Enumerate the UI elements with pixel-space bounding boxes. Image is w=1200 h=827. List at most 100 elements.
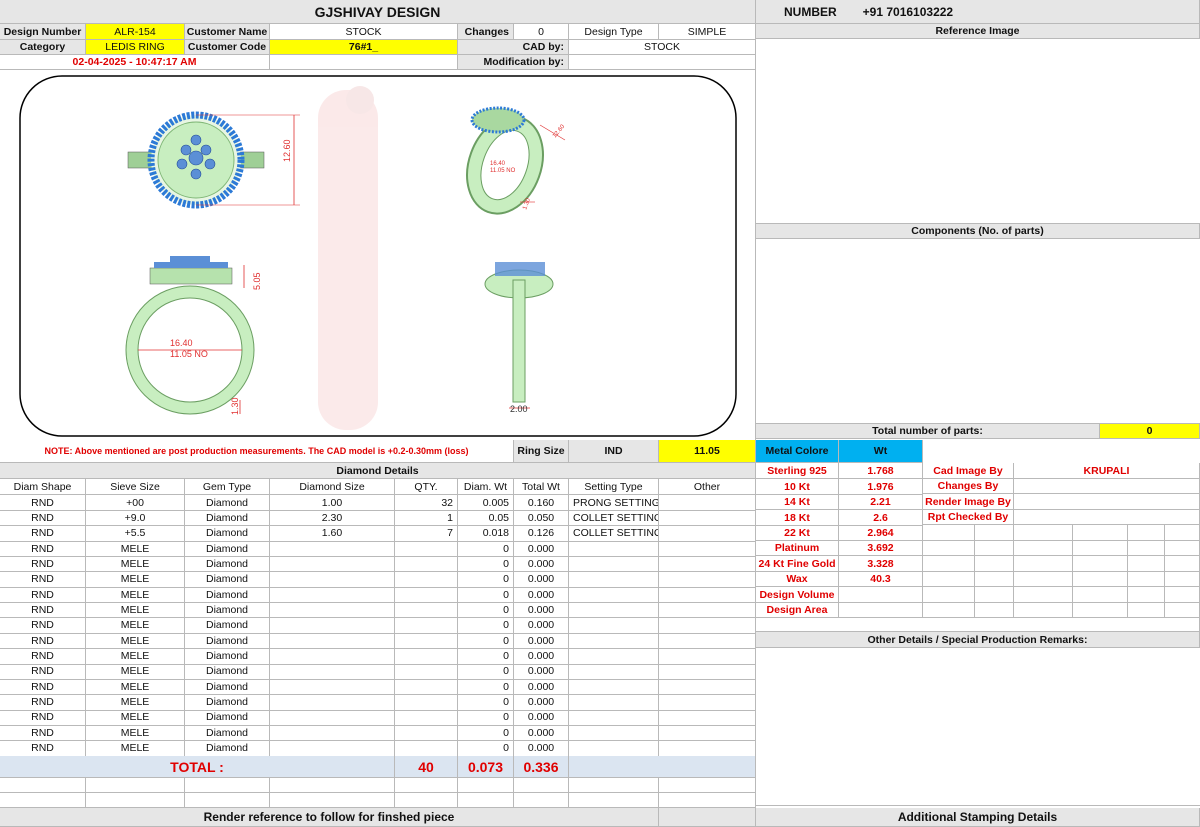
- diamond-cell[interactable]: [569, 648, 659, 665]
- diamond-cell[interactable]: RND: [0, 510, 86, 527]
- diamond-cell[interactable]: [270, 725, 395, 742]
- diamond-cell[interactable]: [270, 556, 395, 573]
- diamond-cell[interactable]: 0.126: [514, 525, 569, 542]
- diamond-cell[interactable]: [270, 602, 395, 619]
- diamond-cell[interactable]: 0.050: [514, 510, 569, 527]
- diamond-cell[interactable]: MELE: [86, 633, 185, 650]
- diamond-cell[interactable]: [270, 663, 395, 680]
- diamond-cell[interactable]: [395, 694, 458, 711]
- diamond-cell[interactable]: [395, 648, 458, 665]
- diamond-cell[interactable]: [569, 709, 659, 726]
- diamond-cell[interactable]: MELE: [86, 694, 185, 711]
- diamond-cell[interactable]: 0.000: [514, 556, 569, 573]
- diamond-cell[interactable]: [569, 694, 659, 711]
- diamond-cell[interactable]: [395, 556, 458, 573]
- diamond-cell[interactable]: Diamond: [185, 556, 270, 573]
- diamond-cell[interactable]: Diamond: [185, 694, 270, 711]
- blank-cell[interactable]: [458, 778, 514, 793]
- diamond-cell[interactable]: +9.0: [86, 510, 185, 527]
- diamond-cell[interactable]: RND: [0, 495, 86, 511]
- diamond-cell[interactable]: 0.000: [514, 617, 569, 634]
- diamond-cell[interactable]: [659, 602, 756, 619]
- diamond-cell[interactable]: [395, 679, 458, 696]
- diamond-cell[interactable]: RND: [0, 617, 86, 634]
- diamond-cell[interactable]: [395, 571, 458, 588]
- diamond-cell[interactable]: RND: [0, 725, 86, 742]
- diamond-cell[interactable]: [659, 556, 756, 573]
- metal-weight[interactable]: [839, 587, 923, 603]
- metal-weight[interactable]: 2.6: [839, 510, 923, 526]
- diamond-cell[interactable]: RND: [0, 694, 86, 711]
- diamond-cell[interactable]: [659, 740, 756, 757]
- blank-cell[interactable]: [185, 778, 270, 793]
- diamond-cell[interactable]: RND: [0, 587, 86, 604]
- blank-cell[interactable]: [270, 793, 395, 808]
- diamond-cell[interactable]: MELE: [86, 679, 185, 696]
- blank-cell[interactable]: [514, 778, 569, 793]
- design-type-value[interactable]: SIMPLE: [659, 24, 756, 40]
- diamond-cell[interactable]: 1.00: [270, 495, 395, 511]
- diamond-cell[interactable]: [659, 725, 756, 742]
- diamond-cell[interactable]: Diamond: [185, 495, 270, 511]
- diamond-cell[interactable]: RND: [0, 556, 86, 573]
- diamond-cell[interactable]: [395, 602, 458, 619]
- diamond-cell[interactable]: RND: [0, 663, 86, 680]
- blank-cell[interactable]: [659, 793, 756, 808]
- diamond-cell[interactable]: RND: [0, 525, 86, 542]
- diamond-cell[interactable]: [659, 679, 756, 696]
- diamond-cell[interactable]: MELE: [86, 571, 185, 588]
- diamond-cell[interactable]: 0: [458, 602, 514, 619]
- diamond-cell[interactable]: RND: [0, 740, 86, 757]
- diamond-cell[interactable]: [569, 725, 659, 742]
- diamond-cell[interactable]: RND: [0, 679, 86, 696]
- diamond-cell[interactable]: +5.5: [86, 525, 185, 542]
- diamond-cell[interactable]: [569, 556, 659, 573]
- diamond-cell[interactable]: 0: [458, 648, 514, 665]
- blank-cell[interactable]: [395, 778, 458, 793]
- diamond-cell[interactable]: Diamond: [185, 510, 270, 527]
- diamond-cell[interactable]: [395, 541, 458, 558]
- diamond-cell[interactable]: [270, 694, 395, 711]
- diamond-cell[interactable]: [659, 648, 756, 665]
- diamond-cell[interactable]: RND: [0, 709, 86, 726]
- diamond-cell[interactable]: [659, 571, 756, 588]
- diamond-cell[interactable]: Diamond: [185, 541, 270, 558]
- cad-image-by-value[interactable]: KRUPALI: [1014, 463, 1200, 479]
- blank-cell[interactable]: [458, 793, 514, 808]
- diamond-cell[interactable]: [659, 617, 756, 634]
- diamond-cell[interactable]: [569, 740, 659, 757]
- diamond-cell[interactable]: RND: [0, 633, 86, 650]
- metal-weight[interactable]: [839, 602, 923, 618]
- diamond-cell[interactable]: COLLET SETTING: [569, 525, 659, 542]
- diamond-cell[interactable]: 0: [458, 663, 514, 680]
- diamond-cell[interactable]: [659, 525, 756, 542]
- ring-size-standard[interactable]: IND: [569, 440, 659, 463]
- diamond-cell[interactable]: 1: [395, 510, 458, 527]
- diamond-cell[interactable]: 0: [458, 617, 514, 634]
- diamond-cell[interactable]: 0.000: [514, 571, 569, 588]
- metal-weight[interactable]: 1.976: [839, 479, 923, 495]
- diamond-cell[interactable]: [270, 587, 395, 604]
- diamond-cell[interactable]: [659, 663, 756, 680]
- diamond-cell[interactable]: 0.000: [514, 709, 569, 726]
- diamond-cell[interactable]: [270, 740, 395, 757]
- diamond-cell[interactable]: COLLET SETTING: [569, 510, 659, 527]
- diamond-cell[interactable]: 0.000: [514, 694, 569, 711]
- diamond-cell[interactable]: MELE: [86, 617, 185, 634]
- rpt-checked-by-value[interactable]: [1014, 510, 1200, 525]
- diamond-cell[interactable]: 0.000: [514, 679, 569, 696]
- diamond-cell[interactable]: [569, 617, 659, 634]
- diamond-cell[interactable]: 0: [458, 694, 514, 711]
- diamond-cell[interactable]: [569, 633, 659, 650]
- diamond-cell[interactable]: 0: [458, 709, 514, 726]
- metal-weight[interactable]: 3.692: [839, 540, 923, 556]
- diamond-cell[interactable]: [395, 709, 458, 726]
- diamond-cell[interactable]: 0.018: [458, 525, 514, 542]
- metal-weight[interactable]: 1.768: [839, 463, 923, 479]
- diamond-cell[interactable]: MELE: [86, 663, 185, 680]
- diamond-cell[interactable]: RND: [0, 571, 86, 588]
- render-image-by-value[interactable]: [1014, 494, 1200, 510]
- diamond-cell[interactable]: 0.000: [514, 633, 569, 650]
- cad-by-value[interactable]: STOCK: [569, 40, 756, 55]
- diamond-cell[interactable]: 0.000: [514, 740, 569, 757]
